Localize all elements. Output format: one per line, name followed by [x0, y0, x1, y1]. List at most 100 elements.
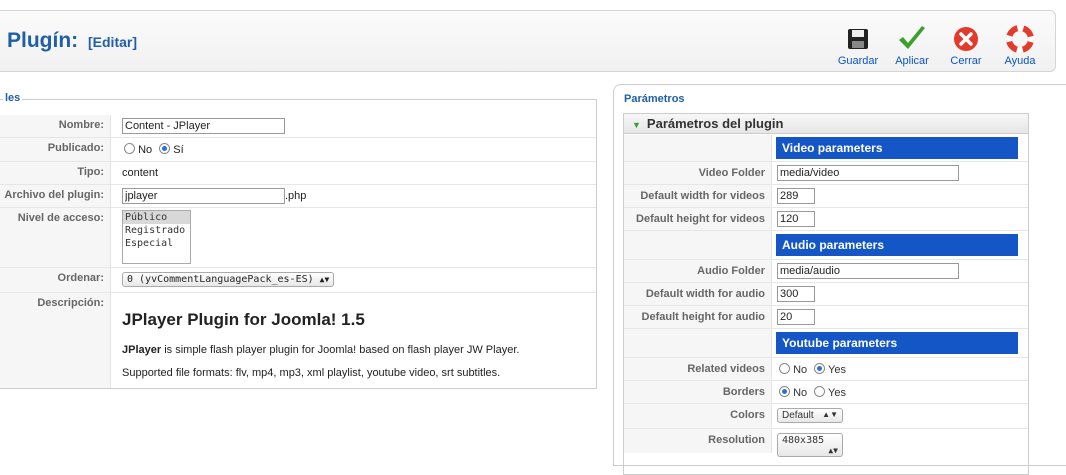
toolbar: Guardar Aplicar Cerrar Ayuda	[831, 23, 1047, 67]
close-button[interactable]: Cerrar	[939, 23, 993, 67]
help-label: Ayuda	[1004, 55, 1036, 67]
related-no-label: No	[793, 364, 808, 376]
name-input[interactable]	[122, 118, 285, 134]
related-videos-label: Related videos	[624, 358, 772, 380]
details-legend: les	[3, 92, 23, 104]
params-fieldset: Parámetros ▼ Parámetros del plugin Video …	[613, 84, 1066, 475]
order-row: Ordenar: 0 (yvCommentLanguagePack_es-ES)…	[0, 268, 596, 293]
youtube-section-header: Youtube parameters	[776, 332, 1018, 354]
description-label: Descripción:	[0, 293, 111, 388]
borders-label: Borders	[624, 381, 772, 403]
colors-row: Colors Default ▲▼	[624, 404, 1028, 429]
audio-width-row: Default width for audio	[624, 283, 1028, 306]
published-label: Publicado:	[0, 138, 111, 161]
published-no-label: No	[138, 144, 153, 156]
description-bold: JPlayer	[122, 344, 162, 356]
select-arrows-icon: ▲▼	[822, 410, 838, 419]
help-icon	[993, 23, 1047, 55]
related-yes-radio[interactable]	[814, 363, 826, 374]
apply-label: Aplicar	[895, 55, 929, 67]
audio-section-row: Audio parameters	[624, 231, 1028, 260]
related-videos-row: Related videos No Yes	[624, 358, 1028, 381]
video-folder-input[interactable]	[777, 165, 959, 181]
empty-key	[624, 231, 772, 259]
select-arrows-icon: ▲▼	[319, 275, 330, 284]
description-row: Descripción: JPlayer Plugin for Joomla! …	[0, 293, 596, 388]
name-row: Nombre:	[0, 115, 596, 138]
description-line-2: Supported file formats: flv, mp4, mp3, x…	[122, 367, 501, 379]
resolution-select[interactable]: 480x385 ▲▼	[777, 433, 843, 457]
file-input[interactable]	[122, 188, 285, 204]
borders-yes-label: Yes	[828, 387, 846, 399]
select-arrows-icon: ▲▼	[828, 446, 838, 455]
published-yes-label: Sí	[173, 144, 184, 156]
name-label: Nombre:	[0, 115, 111, 137]
params-panel: ▼ Parámetros del plugin Video parameters …	[623, 113, 1029, 475]
borders-row: Borders No Yes	[624, 381, 1028, 404]
video-width-input[interactable]	[777, 188, 815, 204]
colors-select[interactable]: Default ▲▼	[777, 408, 843, 423]
order-select[interactable]: 0 (yvCommentLanguagePack_es-ES) ▲▼	[122, 272, 335, 287]
video-height-label: Default height for videos	[624, 208, 772, 230]
file-ext: .php	[285, 190, 307, 202]
type-row: Tipo: content	[0, 162, 596, 185]
video-folder-label: Video Folder	[624, 162, 772, 184]
type-label: Tipo:	[0, 162, 111, 184]
help-button[interactable]: Ayuda	[993, 23, 1047, 67]
expand-triangle-icon: ▼	[632, 120, 641, 130]
youtube-section-row: Youtube parameters	[624, 329, 1028, 358]
video-section-header: Video parameters	[776, 137, 1018, 159]
page-title: Plugín: [Editar]	[7, 29, 137, 53]
colors-select-value: Default	[782, 410, 814, 421]
audio-height-label: Default height for audio	[624, 306, 772, 328]
video-section-row: Video parameters	[624, 135, 1028, 162]
audio-section-header: Audio parameters	[776, 234, 1018, 256]
audio-folder-input[interactable]	[777, 263, 959, 279]
page-title-text: Plugín:	[7, 29, 79, 52]
video-height-input[interactable]	[777, 211, 815, 227]
type-value: content	[122, 167, 159, 179]
empty-key	[624, 329, 772, 357]
file-label: Archivo del plugin:	[0, 185, 111, 207]
order-label: Ordenar:	[0, 268, 111, 292]
published-yes-radio[interactable]	[159, 143, 171, 154]
apply-button[interactable]: Aplicar	[885, 23, 939, 67]
access-option[interactable]: Especial	[123, 237, 190, 250]
audio-width-label: Default width for audio	[624, 283, 772, 305]
borders-no-radio[interactable]	[779, 386, 790, 397]
params-panel-title: Parámetros del plugin	[646, 116, 784, 131]
access-listbox[interactable]: Público Registrado Especial	[122, 210, 191, 264]
audio-folder-row: Audio Folder	[624, 260, 1028, 283]
access-label: Nivel de acceso:	[0, 208, 111, 267]
video-width-label: Default width for videos	[624, 185, 772, 207]
toolbar-header: Plugín: [Editar] Guardar Aplicar Cerrar …	[0, 10, 1056, 72]
resolution-select-value: 480x385	[782, 435, 825, 446]
save-label: Guardar	[837, 55, 879, 67]
related-yes-label: Yes	[828, 364, 846, 376]
access-option[interactable]: Público	[123, 211, 190, 224]
save-button[interactable]: Guardar	[831, 23, 885, 67]
resolution-label: Resolution	[624, 429, 772, 453]
access-option[interactable]: Registrado	[123, 224, 190, 237]
save-icon	[831, 23, 885, 55]
published-no-radio[interactable]	[124, 143, 135, 154]
description-heading: JPlayer Plugin for Joomla! 1.5	[122, 310, 365, 329]
params-legend: Parámetros	[622, 93, 687, 105]
close-label: Cerrar	[950, 55, 982, 67]
audio-height-input[interactable]	[777, 309, 815, 325]
details-fieldset: les Nombre: Publicado: No Sí Tipo: conte…	[0, 92, 597, 389]
empty-key	[624, 135, 772, 161]
borders-yes-radio[interactable]	[814, 386, 826, 397]
video-height-row: Default height for videos	[624, 208, 1028, 231]
close-icon	[939, 23, 993, 55]
description-line-1: JPlayer is simple flash player plugin fo…	[122, 344, 519, 356]
related-no-radio[interactable]	[779, 363, 790, 374]
params-panel-header[interactable]: ▼ Parámetros del plugin	[624, 114, 1028, 134]
page-subtitle: [Editar]	[88, 34, 137, 50]
colors-label: Colors	[624, 404, 772, 428]
audio-width-input[interactable]	[777, 286, 815, 302]
audio-folder-label: Audio Folder	[624, 260, 772, 282]
check-icon	[885, 23, 939, 55]
published-row: Publicado: No Sí	[0, 138, 596, 162]
video-width-row: Default width for videos	[624, 185, 1028, 208]
